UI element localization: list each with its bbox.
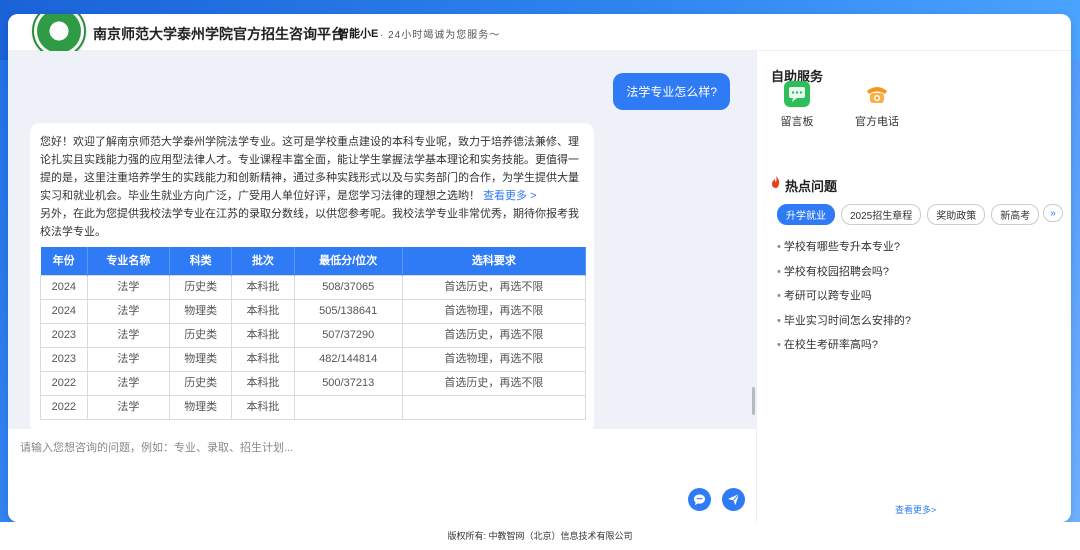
table-cell: 法学	[86, 346, 171, 372]
table-cell	[401, 394, 587, 420]
tab-new-gaokao[interactable]: 新高考	[991, 204, 1040, 225]
fire-icon	[771, 176, 781, 191]
app-window: 南京师范大学泰州学院官方招生咨询平台 智能小E · 24小时竭诚为您服务～ 法学…	[8, 14, 1071, 522]
see-more-link[interactable]: 查看更多>	[895, 503, 936, 516]
send-icon	[727, 493, 740, 506]
question-input[interactable]	[20, 439, 720, 485]
user-message-bubble: 法学专业怎么样?	[613, 73, 730, 110]
table-cell: 首选物理，再选不限	[401, 346, 587, 372]
header: 南京师范大学泰州学院官方招生咨询平台 智能小E · 24小时竭诚为您服务～	[8, 14, 1071, 58]
view-more-link[interactable]: 查看更多 >	[483, 190, 536, 202]
footer-copyright: 版权所有: 中教智网（北京）信息技术有限公司	[447, 531, 633, 541]
table-cell: 法学	[86, 394, 171, 420]
table-cell: 历史类	[169, 322, 233, 348]
table-cell: 历史类	[169, 274, 233, 300]
hot-question-list: 学校有哪些专升本专业? 学校有校园招聘会吗? 考研可以跨专业吗 毕业实习时间怎么…	[777, 235, 911, 358]
send-button[interactable]	[722, 488, 745, 511]
table-row: 2022 法学 历史类 本科批 500/37213 首选历史，再选不限	[40, 370, 587, 396]
double-chevron-right-icon: »	[1050, 207, 1056, 219]
chat-bubble-icon	[693, 494, 706, 506]
table-cell: 法学	[86, 298, 171, 324]
table-cell: 本科批	[231, 346, 295, 372]
table-cell: 物理类	[169, 346, 233, 372]
message-board-icon	[784, 81, 810, 107]
admission-score-table: 年份 专业名称 科类 批次 最低分/位次 选科要求 2024 法学 历史类 本科批 508/370…	[40, 247, 587, 420]
table-row: 2022 法学 物理类 本科批	[40, 394, 587, 420]
table-cell: 本科批	[231, 370, 295, 396]
bot-intro-text: 您好！欢迎了解南京师范大学泰州学院法学专业。这可是学校重点建设的本科专业呢，致力…	[40, 133, 584, 205]
table-cell: 2023	[40, 346, 88, 372]
table-cell: 首选历史，再选不限	[401, 322, 587, 348]
hot-question-tabs: 升学就业 2025招生章程 奖助政策 新高考	[777, 204, 1040, 225]
table-cell: 2022	[40, 370, 88, 396]
table-cell: 本科批	[231, 322, 295, 348]
service-label: 留言板	[780, 116, 814, 128]
table-cell: 2022	[40, 394, 88, 420]
input-area	[8, 429, 756, 522]
chat-scrollbar[interactable]	[752, 387, 755, 415]
table-cell: 本科批	[231, 274, 295, 300]
table-cell: 法学	[86, 370, 171, 396]
table-cell: 法学	[86, 322, 171, 348]
table-cell: 505/138641	[293, 298, 403, 324]
table-header-cell: 专业名称	[87, 247, 171, 275]
hot-questions-title: 热点问题	[785, 179, 838, 194]
telephone-icon	[864, 81, 890, 107]
table-cell: 2024	[40, 274, 88, 300]
table-cell: 2023	[40, 322, 88, 348]
table-cell	[293, 394, 403, 420]
site-title: 南京师范大学泰州学院官方招生咨询平台	[93, 26, 345, 42]
hot-question-item[interactable]: 在校生考研率高吗?	[777, 333, 911, 358]
sidebar: 自助服务 留言板 官方电话 热点问题 升学就业 2025招生章程 奖助政策 新高…	[756, 51, 1071, 522]
tab-career[interactable]: 升学就业	[777, 204, 835, 225]
bot-message-bubble: 您好！欢迎了解南京师范大学泰州学院法学专业。这可是学校重点建设的本科专业呢，致力…	[30, 123, 594, 429]
bot-slogan: · 24小时竭诚为您服务～	[380, 30, 501, 41]
table-header-cell: 选科要求	[402, 247, 587, 275]
table-header-cell: 批次	[231, 247, 295, 275]
bot-followup-text: 另外，在此为您提供我校法学专业在江苏的录取分数线，以供您参考呢。我校法学专业非常…	[40, 208, 579, 238]
table-row: 2023 法学 物理类 本科批 482/144814 首选物理，再选不限	[40, 346, 587, 372]
chat-area[interactable]: 法学专业怎么样? 您好！欢迎了解南京师范大学泰州学院法学专业。这可是学校重点建设…	[8, 51, 756, 429]
table-header-row: 年份 专业名称 科类 批次 最低分/位次 选科要求	[40, 247, 587, 275]
table-header-cell: 科类	[169, 247, 233, 275]
table-cell: 507/37290	[293, 322, 403, 348]
table-cell: 本科批	[231, 298, 295, 324]
chat-bubble-button[interactable]	[688, 488, 711, 511]
hot-question-item[interactable]: 学校有校园招聘会吗?	[777, 260, 911, 285]
hot-question-item[interactable]: 考研可以跨专业吗	[777, 284, 911, 309]
service-official-phone[interactable]: 官方电话	[847, 81, 907, 129]
table-cell: 物理类	[169, 394, 233, 420]
hot-question-item[interactable]: 学校有哪些专升本专业?	[777, 235, 911, 260]
table-header-cell: 最低分/位次	[294, 247, 403, 275]
table-row: 2024 法学 物理类 本科批 505/138641 首选物理，再选不限	[40, 298, 587, 324]
table-body: 2024 法学 历史类 本科批 508/37065 首选历史，再选不限 2024 法学 物理类本…	[40, 274, 587, 420]
bot-name: 智能小E	[338, 28, 379, 40]
table-cell: 历史类	[169, 370, 233, 396]
table-cell: 物理类	[169, 298, 233, 324]
table-cell: 2024	[40, 298, 88, 324]
school-emblem-icon	[37, 14, 81, 53]
table-cell: 首选历史，再选不限	[401, 370, 587, 396]
tab-scholarship[interactable]: 奖助政策	[927, 204, 986, 225]
table-cell: 482/144814	[293, 346, 403, 372]
table-cell: 本科批	[231, 394, 295, 420]
tab-admission-rules[interactable]: 2025招生章程	[841, 204, 922, 225]
table-cell: 法学	[86, 274, 171, 300]
table-cell: 500/37213	[293, 370, 403, 396]
hot-question-item[interactable]: 毕业实习时间怎么安排的?	[777, 309, 911, 334]
table-row: 2024 法学 历史类 本科批 508/37065 首选历史，再选不限	[40, 274, 587, 300]
table-cell: 首选物理，再选不限	[401, 298, 587, 324]
service-message-board[interactable]: 留言板	[767, 81, 827, 129]
tabs-next-button[interactable]: »	[1043, 204, 1063, 222]
table-cell: 508/37065	[293, 274, 403, 300]
table-cell: 首选历史，再选不限	[401, 274, 587, 300]
service-label: 官方电话	[855, 116, 899, 128]
table-header-cell: 年份	[40, 247, 88, 275]
table-row: 2023 法学 历史类 本科批 507/37290 首选历史，再选不限	[40, 322, 587, 348]
